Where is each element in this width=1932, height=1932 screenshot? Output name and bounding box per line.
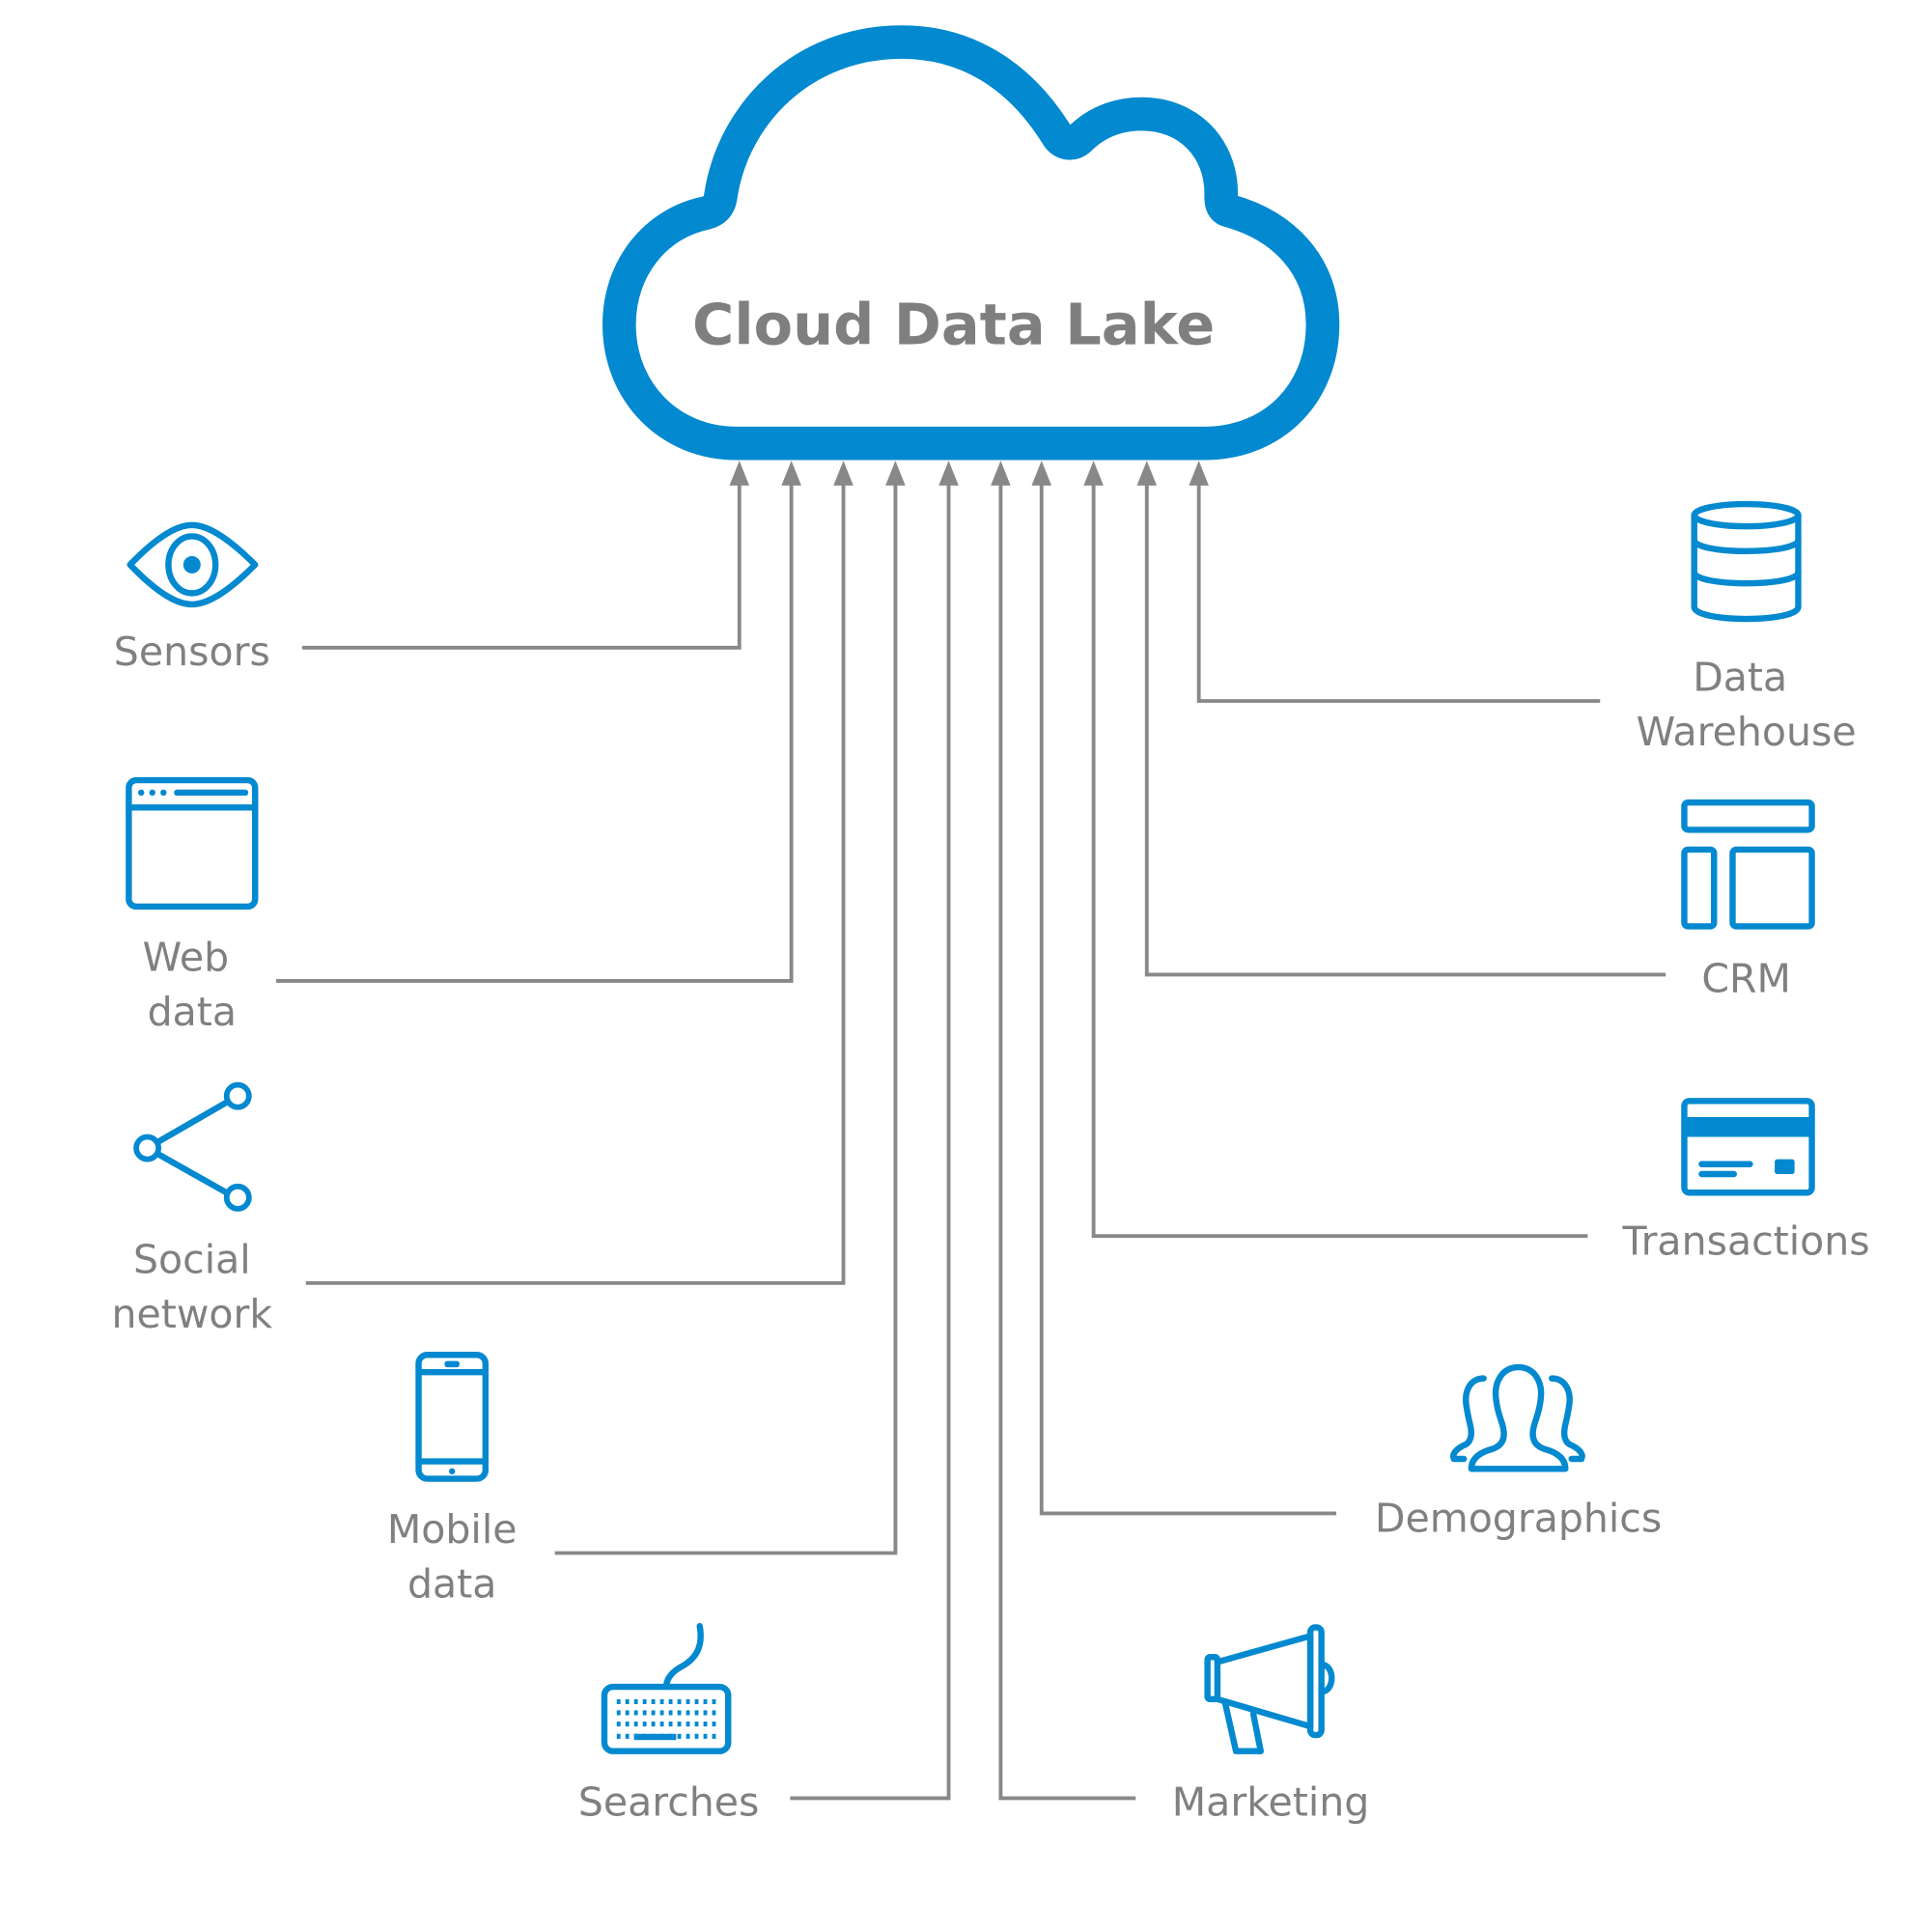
connector-marketing — [998, 480, 1136, 1801]
cloud-outline-icon — [602, 25, 1340, 461]
connector-demographics — [1039, 480, 1337, 1516]
arrow-head-icon — [729, 461, 750, 486]
cloud-data-lake: Cloud Data Lake — [602, 25, 1340, 461]
connector-transactions — [1091, 480, 1588, 1239]
connector-web-data — [276, 480, 794, 983]
connector-social-network — [305, 480, 846, 1285]
label-social-network-line2: network — [111, 1291, 272, 1337]
arrow-head-icon — [885, 461, 906, 486]
eye-icon — [126, 521, 259, 608]
source-sensors: Sensors — [114, 521, 270, 675]
label-data-warehouse-line1: Data — [1693, 655, 1787, 701]
arrow-head-icon — [833, 461, 854, 486]
layout-icon — [1681, 798, 1815, 930]
cloud-title: Cloud Data Lake — [692, 292, 1215, 358]
label-searches: Searches — [578, 1778, 760, 1825]
source-transactions: Transactions — [1622, 1098, 1870, 1264]
label-transactions: Transactions — [1622, 1218, 1870, 1264]
arrow-head-icon — [1083, 461, 1104, 486]
source-web-data: Web data — [126, 776, 259, 1035]
connector-crm — [1144, 480, 1666, 977]
diagram-canvas: Cloud Data Lake Sensors Web data Social … — [111, 25, 1870, 1825]
label-social-network-line1: Social — [133, 1237, 251, 1283]
megaphone-icon — [1204, 1624, 1335, 1754]
arrow-head-icon — [781, 461, 801, 486]
source-social-network: Social network — [111, 1081, 272, 1337]
label-mobile-data-line1: Mobile — [387, 1506, 518, 1553]
label-web-data-line1: Web — [143, 935, 229, 981]
source-searches: Searches — [578, 1622, 760, 1825]
label-demographics: Demographics — [1375, 1496, 1662, 1542]
connector-data-warehouse — [1196, 480, 1601, 703]
people-group-icon — [1450, 1363, 1585, 1472]
keyboard-icon — [601, 1622, 732, 1754]
credit-card-icon — [1681, 1098, 1815, 1196]
connector-sensors — [301, 480, 742, 650]
label-data-warehouse-line2: Warehouse — [1637, 709, 1857, 755]
arrow-head-icon — [1136, 461, 1158, 486]
source-marketing: Marketing — [1172, 1624, 1370, 1825]
label-web-data-line2: data — [148, 989, 237, 1035]
label-mobile-data-line2: data — [407, 1561, 496, 1608]
arrow-head-icon — [1189, 461, 1209, 486]
arrow-head-icon — [1031, 461, 1052, 486]
label-marketing: Marketing — [1172, 1778, 1370, 1825]
arrow-head-icon — [991, 461, 1011, 486]
source-demographics: Demographics — [1375, 1363, 1662, 1542]
source-crm: CRM — [1681, 798, 1815, 1001]
connector-searches — [790, 480, 951, 1801]
share-icon — [133, 1081, 252, 1212]
smartphone-icon — [415, 1352, 490, 1482]
browser-window-icon — [126, 776, 259, 910]
label-sensors: Sensors — [114, 629, 270, 675]
source-mobile-data: Mobile data — [387, 1352, 518, 1608]
source-data-warehouse: Data Warehouse — [1637, 500, 1857, 755]
database-icon — [1691, 500, 1802, 623]
label-crm: CRM — [1701, 955, 1791, 1001]
arrow-head-icon — [938, 461, 959, 486]
